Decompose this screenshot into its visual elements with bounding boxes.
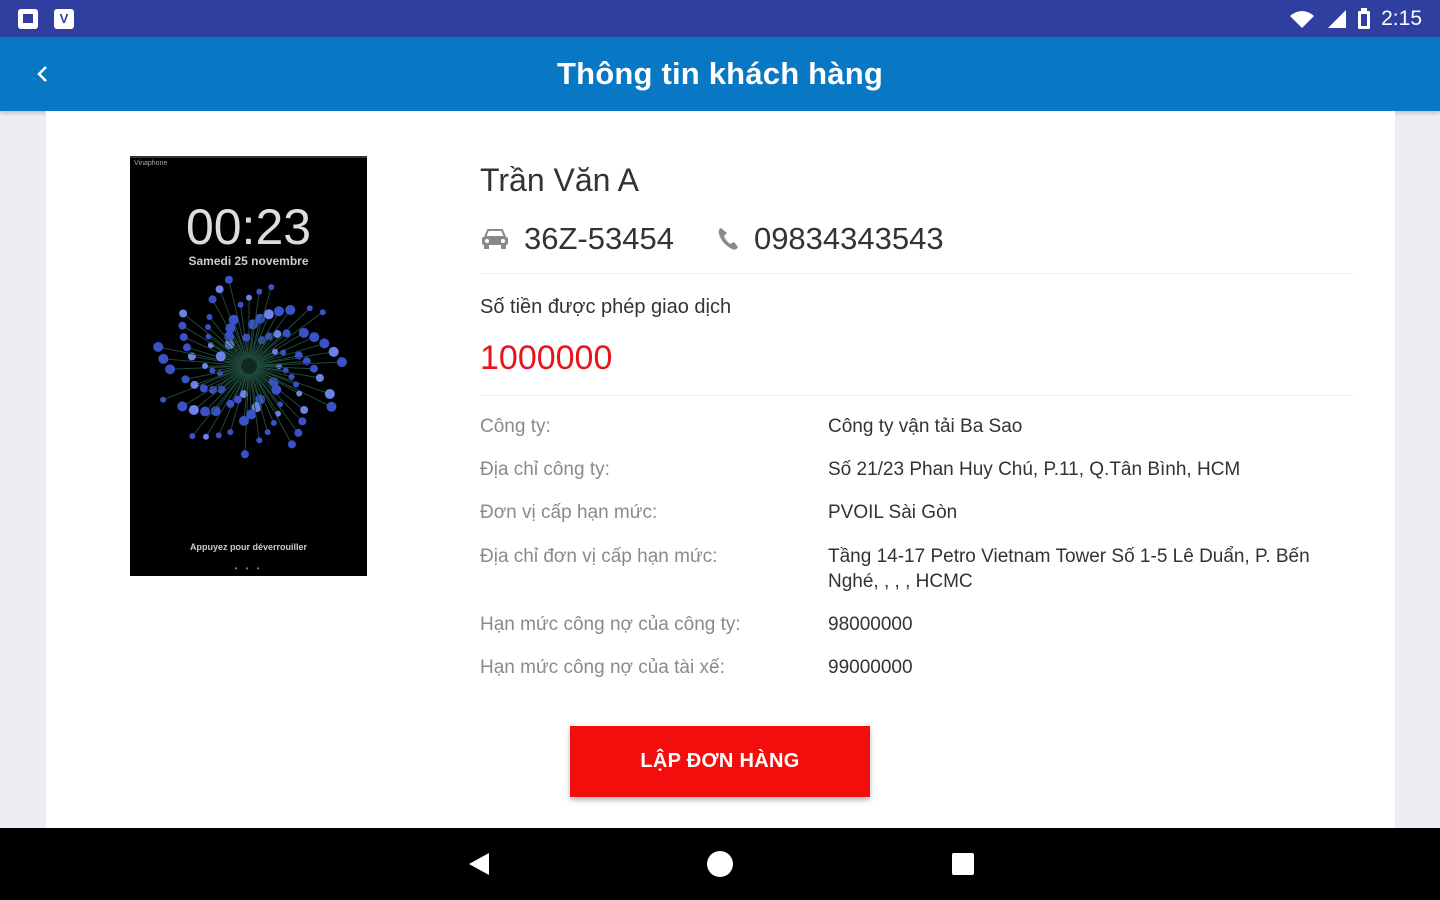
page-title: Thông tin khách hàng (556, 56, 884, 91)
transaction-limit-label: Số tiền được phép giao dịch (480, 296, 732, 318)
flower-image (153, 275, 347, 459)
back-button[interactable] (24, 55, 62, 93)
create-order-button[interactable]: LẬP ĐƠN HÀNG (570, 726, 870, 797)
detail-value: Công ty vận tải Ba Sao (828, 416, 1023, 437)
detail-row-issuer-address: Địa chỉ đơn vị cấp hạn mức: Tầng 14-17 P… (480, 544, 1360, 594)
detail-label: Công ty: (480, 416, 551, 437)
detail-value: 98000000 (828, 614, 913, 635)
circle-home-icon (707, 851, 733, 877)
nav-recents-button[interactable] (941, 846, 985, 882)
detail-value: 99000000 (828, 657, 913, 678)
detail-row-issuer: Đơn vị cấp hạn mức: PVOIL Sài Gòn (480, 500, 1360, 525)
status-time: 2:15 (1381, 6, 1422, 30)
app-bar: Thông tin khách hàng (0, 37, 1440, 111)
message-notification-icon (18, 8, 38, 29)
detail-value: Số 21/23 Phan Huy Chú, P.11, Q.Tân Bình,… (828, 459, 1241, 480)
detail-value: Tầng 14-17 Petro Vietnam Tower Số 1-5 Lê… (828, 546, 1310, 592)
photo-pager-dots: • • • (234, 564, 263, 573)
phone-number[interactable]: 09834343543 (754, 221, 944, 257)
contact-row: 36Z-53454 09834343543 (480, 219, 944, 259)
navigation-bar (0, 828, 1440, 900)
detail-row-company-address: Địa chỉ công ty: Số 21/23 Phan Huy Chú, … (480, 457, 1360, 482)
detail-value: PVOIL Sài Gòn (828, 502, 958, 523)
divider (480, 273, 1354, 274)
divider (480, 395, 1354, 396)
detail-row-company: Công ty: Công ty vận tải Ba Sao (480, 414, 1360, 439)
nav-back-button[interactable] (457, 846, 501, 882)
phone-item[interactable]: 09834343543 (716, 221, 944, 257)
customer-name: Trần Văn A (480, 162, 639, 198)
detail-label: Địa chỉ công ty: (480, 459, 610, 480)
square-recents-icon (952, 853, 974, 875)
transaction-limit-value: 1000000 (480, 339, 613, 377)
detail-label: Hạn mức công nợ của tài xế: (480, 657, 725, 678)
photo-status-bar: Vinaphone (130, 156, 367, 170)
customer-card: Vinaphone 00:23 Samedi 25 novembre Appuy… (46, 111, 1395, 828)
wifi-icon (1290, 10, 1315, 28)
status-indicators: 2:15 (1289, 7, 1422, 31)
chevron-left-icon (37, 66, 47, 82)
nav-home-button[interactable] (698, 846, 742, 882)
detail-label: Địa chỉ đơn vị cấp hạn mức: (480, 546, 718, 567)
plate-item: 36Z-53454 (480, 221, 674, 257)
photo-clock: 00:23 (185, 199, 312, 255)
phone-icon (718, 228, 738, 250)
detail-row-driver-credit: Hạn mức công nợ của tài xế: 99000000 (480, 655, 1360, 680)
detail-row-company-credit: Hạn mức công nợ của công ty: 98000000 (480, 612, 1360, 637)
license-plate: 36Z-53454 (524, 221, 674, 256)
photo-unlock-hint: Appuyez pour déverrouiller (189, 542, 308, 552)
detail-label: Hạn mức công nợ của công ty: (480, 614, 741, 635)
status-bar: V 2:15 (0, 0, 1440, 37)
customer-photo: Vinaphone 00:23 Samedi 25 novembre Appuy… (130, 156, 367, 576)
status-notifications: V (18, 8, 74, 29)
battery-icon (1358, 7, 1371, 29)
photo-carrier: Vinaphone (134, 160, 168, 167)
app-v-notification-icon: V (54, 8, 74, 29)
car-icon (482, 229, 508, 249)
detail-label: Đơn vị cấp hạn mức: (480, 502, 658, 523)
triangle-back-icon (469, 853, 489, 875)
signal-icon (1328, 9, 1347, 28)
